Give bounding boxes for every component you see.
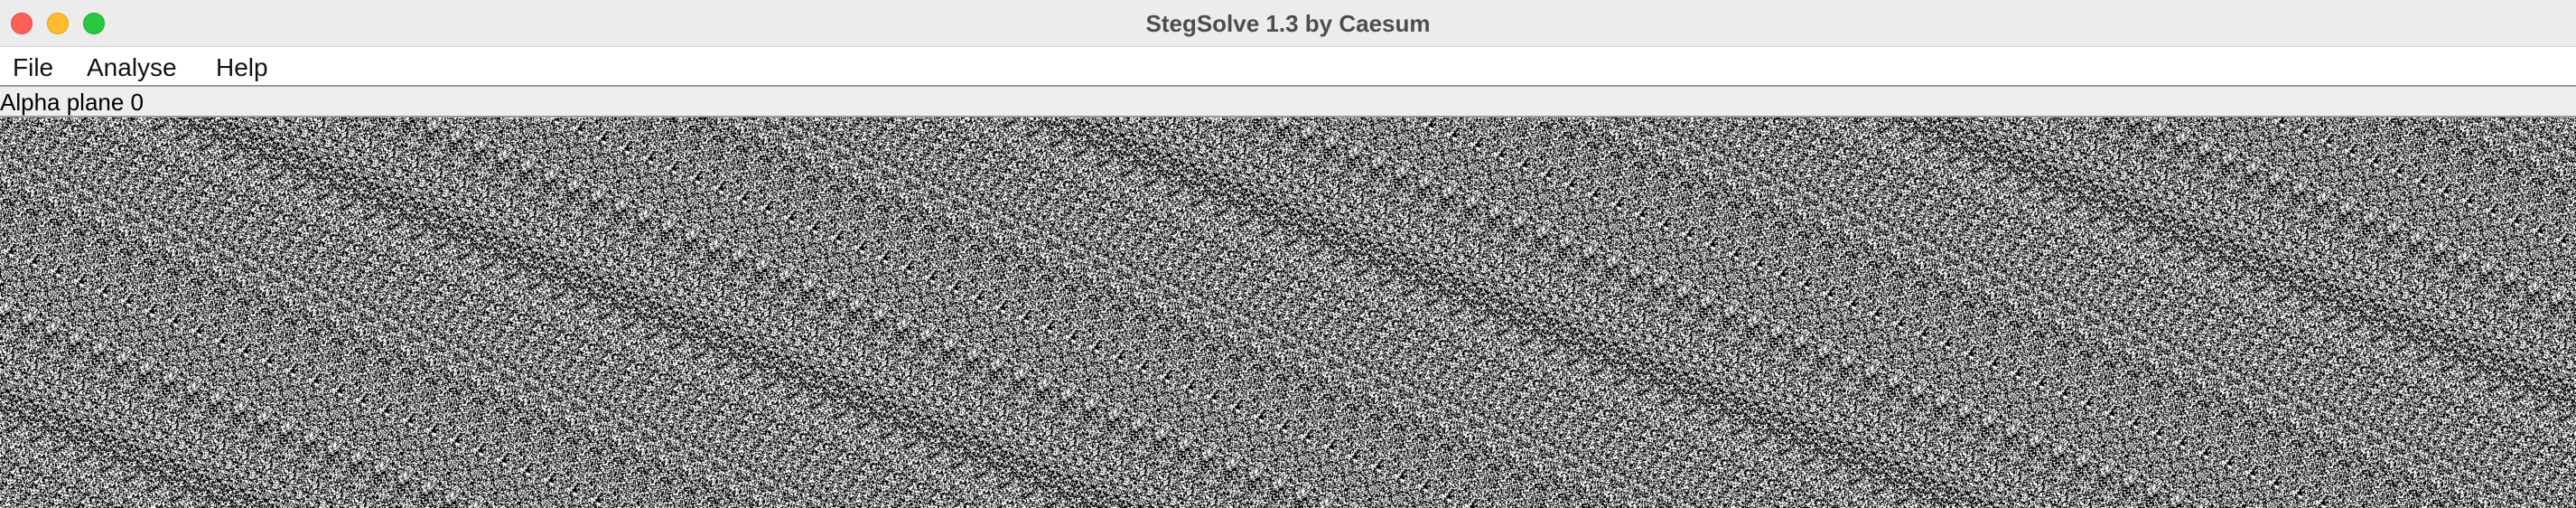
menu-analyse[interactable]: Analyse (87, 47, 177, 85)
bit-plane-image (0, 118, 2576, 508)
title-bar[interactable]: StegSolve 1.3 by Caesum (0, 0, 2576, 47)
image-view (0, 118, 2576, 508)
menu-file[interactable]: File (13, 47, 53, 85)
plane-label: Alpha plane 0 (0, 89, 145, 116)
window-title: StegSolve 1.3 by Caesum (1145, 10, 1431, 37)
menu-help[interactable]: Help (216, 47, 268, 85)
menu-bar: File Analyse Help (0, 47, 2576, 87)
stegsolve-window: StegSolve 1.3 by Caesum File Analyse Hel… (0, 0, 2576, 508)
plane-status-bar: Alpha plane 0 (0, 87, 2576, 118)
